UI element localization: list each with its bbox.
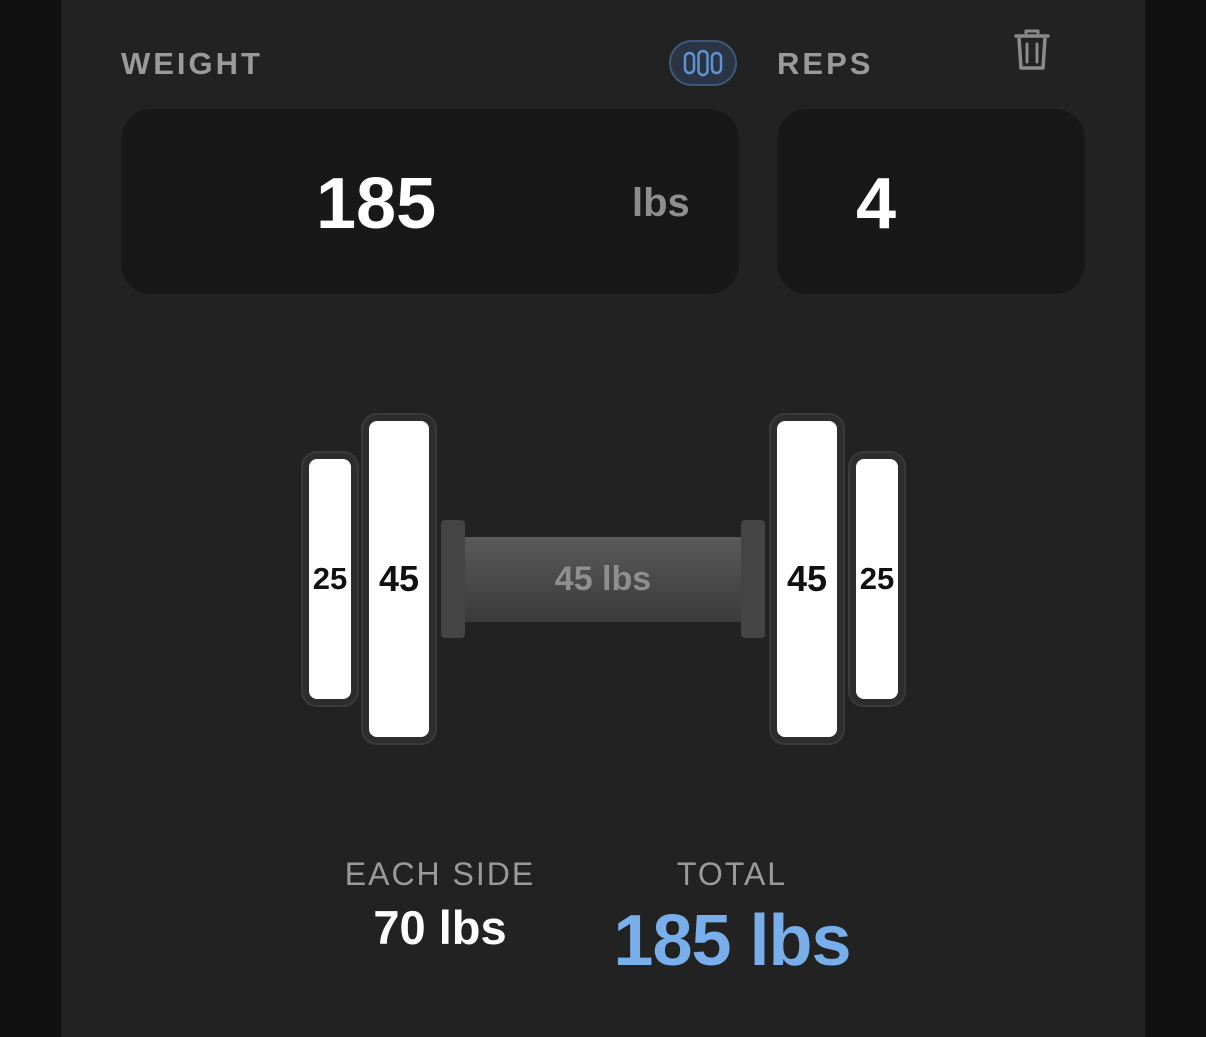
reps-input[interactable] — [777, 109, 1085, 294]
plate-right-outer: 25 — [850, 453, 904, 705]
plate-left-inner: 45 — [363, 415, 435, 743]
app-screen: WEIGHT REPS 185 lbs 4 25 45 45 lbs 45 25… — [0, 0, 1206, 1037]
trash-icon — [1014, 29, 1050, 70]
delete-set-button[interactable] — [1012, 28, 1052, 72]
each-side-label: EACH SIDE — [344, 856, 536, 892]
weight-unit: lbs — [632, 181, 690, 225]
collar-left — [441, 520, 465, 638]
each-side-value: 70 lbs — [373, 901, 507, 954]
total-label: TOTAL — [676, 856, 788, 892]
reps-value: 4 — [856, 164, 897, 244]
plate-calculator-toggle[interactable] — [669, 40, 737, 86]
plate-right-inner: 45 — [771, 415, 843, 743]
plates-icon — [683, 49, 723, 77]
collar-right — [741, 520, 765, 638]
total-value: 185 lbs — [613, 901, 851, 981]
weight-label: WEIGHT — [121, 46, 263, 81]
weight-value: 185 — [316, 164, 437, 244]
reps-label: REPS — [777, 46, 874, 81]
plate-left-outer: 25 — [303, 453, 357, 705]
barbell-bar: 45 lbs — [465, 537, 741, 622]
bar-weight-label: 45 lbs — [554, 560, 652, 598]
